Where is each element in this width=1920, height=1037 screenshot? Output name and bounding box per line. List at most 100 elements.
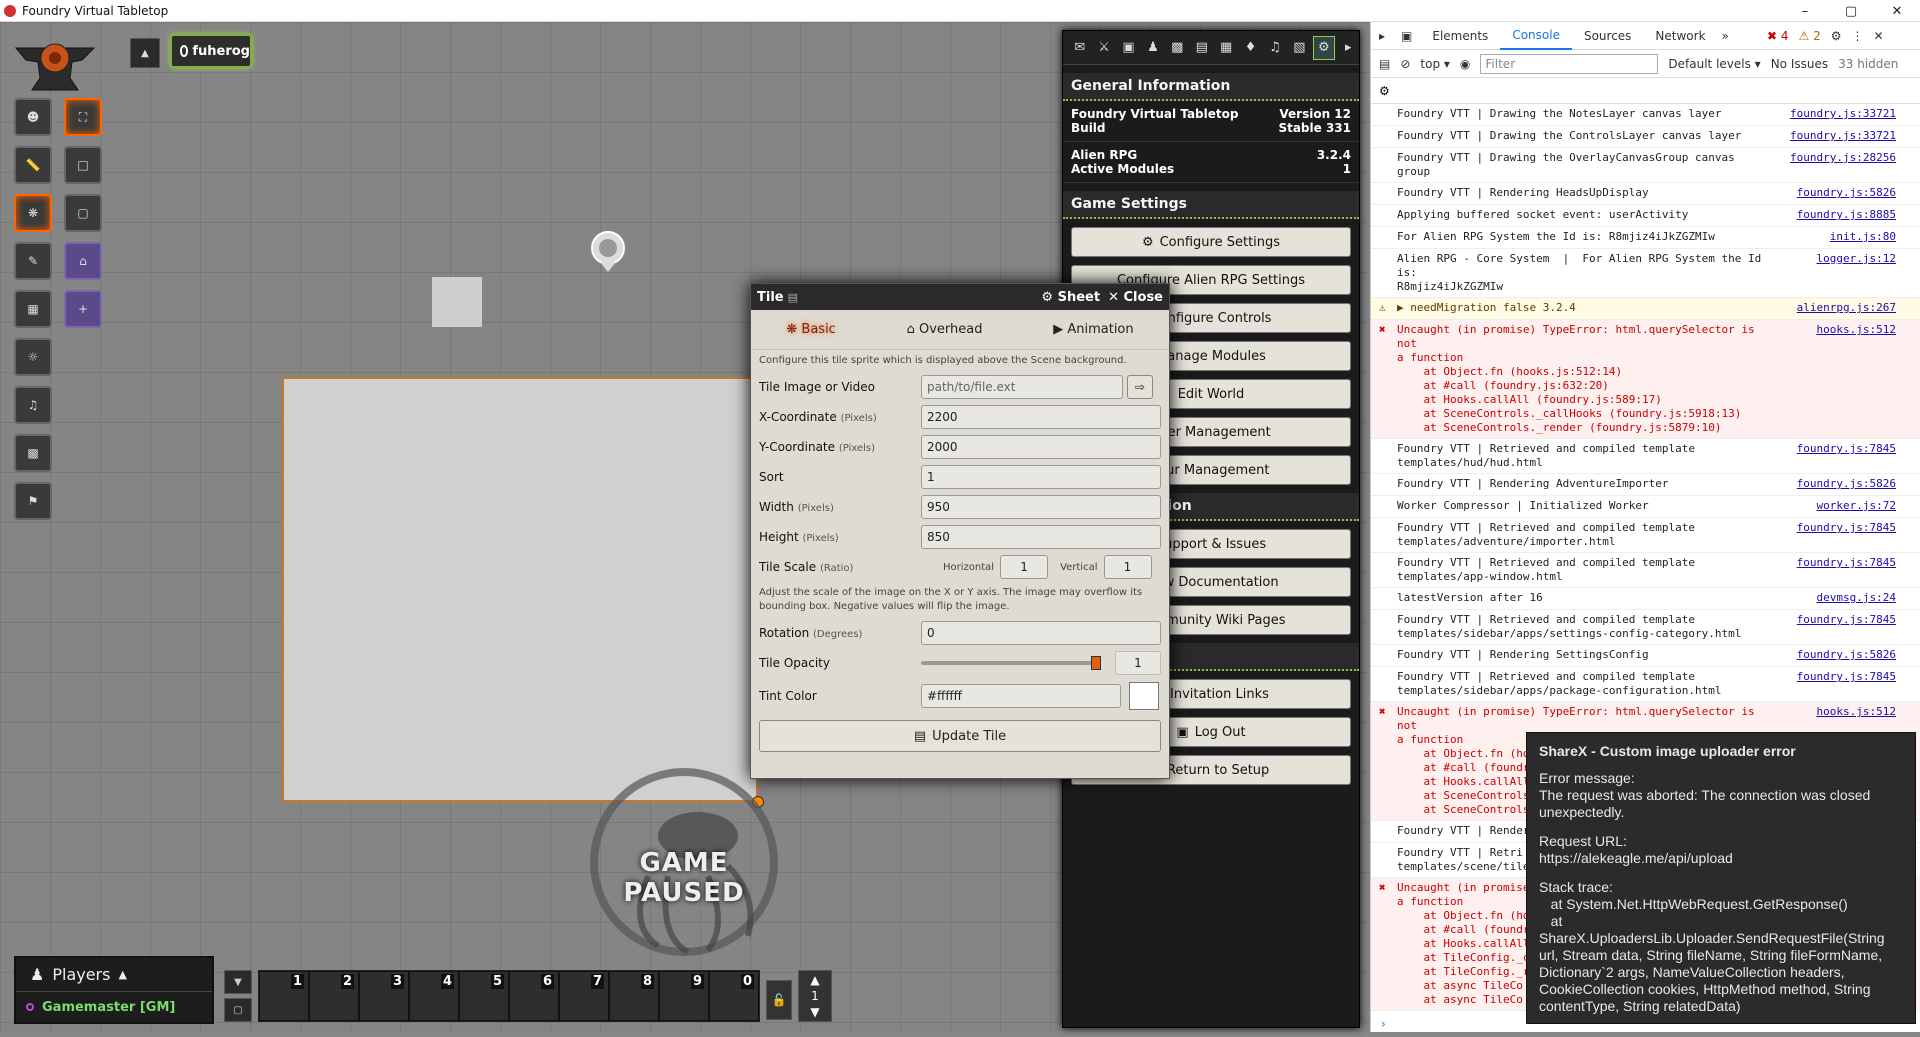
lighting-icon[interactable]: ☼ [14, 338, 52, 376]
selected-tile[interactable] [282, 377, 758, 802]
tables-tab-icon[interactable]: ▦ [1215, 36, 1236, 60]
more-tabs-icon[interactable]: » [1718, 29, 1733, 43]
hotbar-page-control[interactable]: ▲ 1 ▼ [798, 970, 832, 1022]
players-header[interactable]: ♟ Players ▲ [16, 958, 212, 992]
macro-slot[interactable]: 9 [659, 971, 709, 1021]
page-down-icon[interactable]: ▼ [810, 1005, 819, 1019]
macro-slot[interactable]: 0 [709, 971, 759, 1021]
sheet-button[interactable]: ⚙ Sheet [1041, 290, 1100, 305]
console-source-link[interactable]: foundry.js:7845 [1797, 613, 1896, 627]
macro-slot[interactable]: 4 [409, 971, 459, 1021]
tint-color-input[interactable]: #ffffff [921, 684, 1121, 708]
scale-x-input[interactable]: 1 [1000, 555, 1049, 579]
sidebar-toggle-icon[interactable]: ▤ [1379, 57, 1390, 71]
foundry-logo-icon[interactable] [12, 34, 98, 94]
opacity-slider[interactable] [921, 656, 1101, 670]
home-icon[interactable]: ⌂ [64, 242, 102, 280]
opacity-slider-thumb[interactable] [1091, 656, 1101, 670]
console-source-link[interactable]: devmsg.js:24 [1817, 591, 1896, 605]
walls-icon[interactable]: ▦ [14, 290, 52, 328]
console-source-link[interactable]: foundry.js:5826 [1797, 477, 1896, 491]
folder-icon[interactable]: ▢ [64, 194, 102, 232]
compendium-tab-icon[interactable]: ▧ [1289, 36, 1310, 60]
x-coordinate-input[interactable]: 2200 [921, 405, 1161, 429]
fullscreen-icon[interactable]: ⛶ [64, 98, 102, 136]
console-source-link[interactable]: logger.js:12 [1817, 252, 1896, 266]
console-source-link[interactable]: foundry.js:33721 [1790, 129, 1896, 143]
console-log-row[interactable]: Alien RPG - Core System | For Alien RPG … [1371, 249, 1920, 298]
macro-slot[interactable]: 3 [359, 971, 409, 1021]
tiles-controls-icon[interactable]: ❋ [14, 194, 52, 232]
close-devtools-icon[interactable]: ✕ [1874, 29, 1884, 43]
macro-slot[interactable]: 8 [609, 971, 659, 1021]
maximize-icon[interactable]: ▢ [1828, 0, 1874, 22]
console-log-row[interactable]: Worker Compressor | Initialized Worker wo… [1371, 496, 1920, 518]
macro-slot[interactable]: 7 [559, 971, 609, 1021]
log-levels-select[interactable]: Default levels ▾ [1668, 57, 1760, 71]
error-count[interactable]: ✖ 4 [1767, 29, 1789, 43]
console-log-row[interactable]: For Alien RPG System the Id is: R8mjiz4i… [1371, 227, 1920, 249]
document-id-icon[interactable]: ▤ [788, 291, 798, 304]
tab-elements[interactable]: Elements [1420, 22, 1500, 50]
scenes-tab-icon[interactable]: ▣ [1118, 36, 1139, 60]
console-log-row[interactable]: Foundry VTT | Retrieved and compiled tem… [1371, 439, 1920, 474]
macro-slot[interactable]: 2 [309, 971, 359, 1021]
light-source-icon[interactable] [590, 230, 626, 274]
macro-directory-icon[interactable]: ▢ [224, 998, 252, 1022]
configure-settings-button[interactable]: ⚙ Configure Settings [1071, 227, 1351, 257]
console-source-link[interactable]: foundry.js:7845 [1797, 442, 1896, 456]
console-source-link[interactable]: foundry.js:8885 [1797, 208, 1896, 222]
kebab-menu-icon[interactable]: ⋮ [1852, 29, 1864, 43]
image-path-input[interactable]: path/to/file.ext [921, 375, 1123, 399]
console-source-link[interactable]: foundry.js:5826 [1797, 648, 1896, 662]
console-source-link[interactable]: foundry.js:33721 [1790, 107, 1896, 121]
macro-slot[interactable]: 1 [259, 971, 309, 1021]
file-picker-button[interactable]: ⇨ [1127, 375, 1153, 399]
measure-icon[interactable]: 📏 [14, 146, 52, 184]
tile-window-header[interactable]: Tile ▤ ⚙ Sheet ✕ Close [751, 284, 1169, 310]
console-log-row[interactable]: Foundry VTT | Retrieved and compiled tem… [1371, 610, 1920, 645]
console-log-row[interactable]: Foundry VTT | Retrieved and compiled tem… [1371, 518, 1920, 553]
console-log-row[interactable]: Foundry VTT | Rendering SettingsConfig fo… [1371, 645, 1920, 667]
console-log-row[interactable]: latestVersion after 16 devmsg.js:24 [1371, 588, 1920, 610]
chat-tab-icon[interactable]: ✉ [1069, 36, 1090, 60]
journal-tab-icon[interactable]: ▤ [1191, 36, 1212, 60]
console-log-row[interactable]: Foundry VTT | Drawing the OverlayCanvasG… [1371, 148, 1920, 183]
macro-slot[interactable]: 5 [459, 971, 509, 1021]
eye-icon[interactable]: ◉ [1460, 57, 1470, 71]
close-button[interactable]: ✕ Close [1108, 290, 1163, 305]
token-controls-icon[interactable]: ☻ [14, 98, 52, 136]
console-log-row[interactable]: Foundry VTT | Retrieved and compiled tem… [1371, 667, 1920, 702]
page-up-icon[interactable]: ▲ [810, 973, 819, 987]
console-log-row[interactable]: Foundry VTT | Rendering AdventureImporte… [1371, 474, 1920, 496]
tab-basic[interactable]: ❋ Basic [786, 322, 835, 337]
console-source-link[interactable]: hooks.js:512 [1817, 323, 1896, 337]
rotation-input[interactable]: 0 [921, 621, 1161, 645]
ui-toggle-button[interactable]: ▲ [130, 38, 160, 68]
tab-animation[interactable]: ▶ Animation [1053, 322, 1133, 337]
console-log-row[interactable]: Foundry VTT | Retrieved and compiled tem… [1371, 553, 1920, 588]
combat-tab-icon[interactable]: ⚔ [1093, 36, 1114, 60]
macro-menu-toggle[interactable]: ▼ [224, 970, 252, 994]
tab-console[interactable]: Console [1500, 22, 1572, 50]
cards-tab-icon[interactable]: ♦ [1240, 36, 1261, 60]
console-source-link[interactable]: foundry.js:28256 [1790, 151, 1896, 165]
console-source-link[interactable]: init.js:80 [1830, 230, 1896, 244]
console-log-row[interactable]: Applying buffered socket event: userActi… [1371, 205, 1920, 227]
console-source-link[interactable]: hooks.js:512 [1817, 705, 1896, 719]
console-log-row[interactable]: Foundry VTT | Drawing the ControlsLayer … [1371, 126, 1920, 148]
clear-console-icon[interactable]: ⊘ [1400, 57, 1410, 71]
width-input[interactable]: 950 [921, 495, 1161, 519]
minimize-icon[interactable]: – [1782, 0, 1828, 22]
height-input[interactable]: 850 [921, 525, 1161, 549]
device-toggle-icon[interactable]: ▣ [1393, 29, 1420, 43]
console-source-link[interactable]: foundry.js:7845 [1797, 670, 1896, 684]
hotbar-lock-icon[interactable]: 🔓 [766, 980, 792, 1020]
scale-y-input[interactable]: 1 [1103, 555, 1152, 579]
console-source-link[interactable]: foundry.js:7845 [1797, 556, 1896, 570]
collapse-sidebar-icon[interactable]: ▸ [1338, 36, 1359, 60]
console-source-link[interactable]: alienrpg.js:267 [1797, 301, 1896, 315]
actors-tab-icon[interactable]: ♟ [1142, 36, 1163, 60]
players-list[interactable]: ♟ Players ▲ Gamemaster [GM] [14, 956, 214, 1024]
console-filter-input[interactable]: Filter [1480, 53, 1659, 74]
